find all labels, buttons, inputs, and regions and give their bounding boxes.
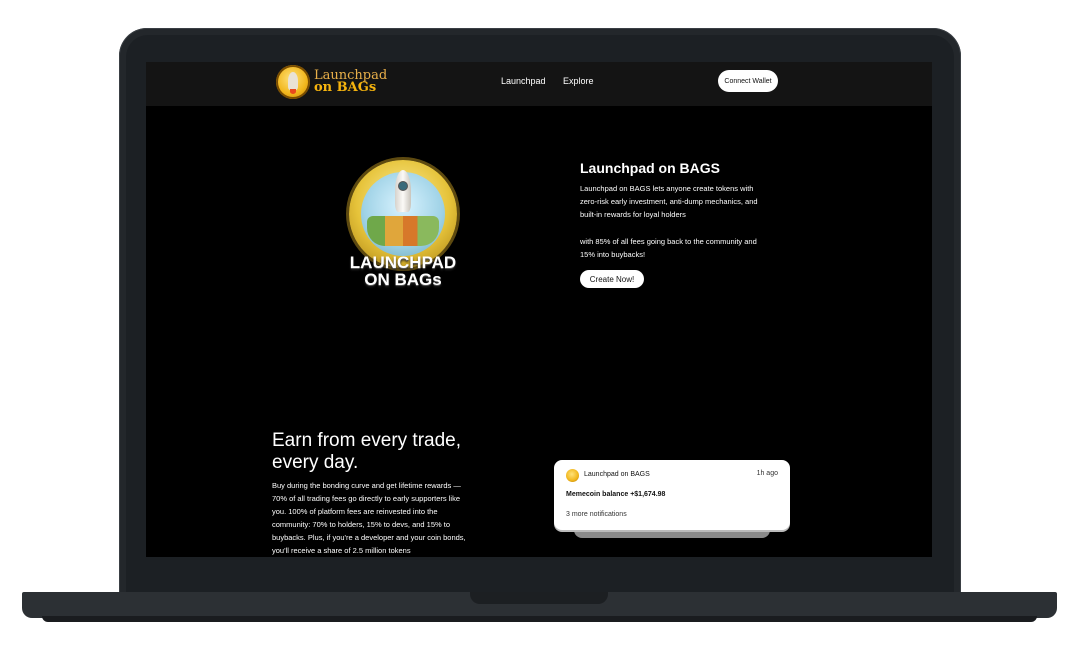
- nav-link-launchpad[interactable]: Launchpad: [501, 76, 546, 86]
- create-now-button[interactable]: Create Now!: [580, 270, 644, 288]
- notification-message: Memecoin balance +$1,674.98: [566, 491, 666, 498]
- nav-link-explore[interactable]: Explore: [563, 76, 594, 86]
- logo-line-2: on BAGs: [314, 80, 377, 95]
- top-nav: Launchpad on BAGs Launchpad Explore Conn…: [146, 62, 932, 106]
- hero-title: Launchpad on BAGS: [580, 160, 720, 176]
- hero-paragraph-2: with 85% of all fees going back to the c…: [580, 237, 757, 259]
- earn-body: Buy during the bonding curve and get lif…: [272, 481, 466, 555]
- rocket-icon: [395, 170, 411, 212]
- app-coin-icon: [566, 469, 579, 482]
- notification-time: 1h ago: [756, 470, 778, 477]
- badge-title: LAUNCHPAD ON BAGs: [349, 253, 457, 289]
- laptop-notch: [470, 592, 608, 604]
- laptop-base-shadow: [42, 616, 1037, 622]
- logo[interactable]: Launchpad on BAGs: [276, 65, 387, 99]
- notification-card[interactable]: Launchpad on BAGS 1h ago Memecoin balanc…: [554, 460, 790, 530]
- connect-wallet-button[interactable]: Connect Wallet: [718, 70, 778, 92]
- notification-app-name: Launchpad on BAGS: [584, 471, 650, 478]
- rocket-coin-icon: [276, 65, 310, 99]
- bags-icon: [367, 216, 439, 246]
- hero-paragraph-1: Launchpad on BAGS lets anyone create tok…: [580, 184, 758, 219]
- launchpad-badge-image: [349, 160, 457, 268]
- notification-more[interactable]: 3 more notifications: [566, 511, 627, 518]
- earn-heading: Earn from every trade, every day.: [272, 430, 462, 473]
- browser-screen: Launchpad on BAGs Launchpad Explore Conn…: [146, 62, 932, 557]
